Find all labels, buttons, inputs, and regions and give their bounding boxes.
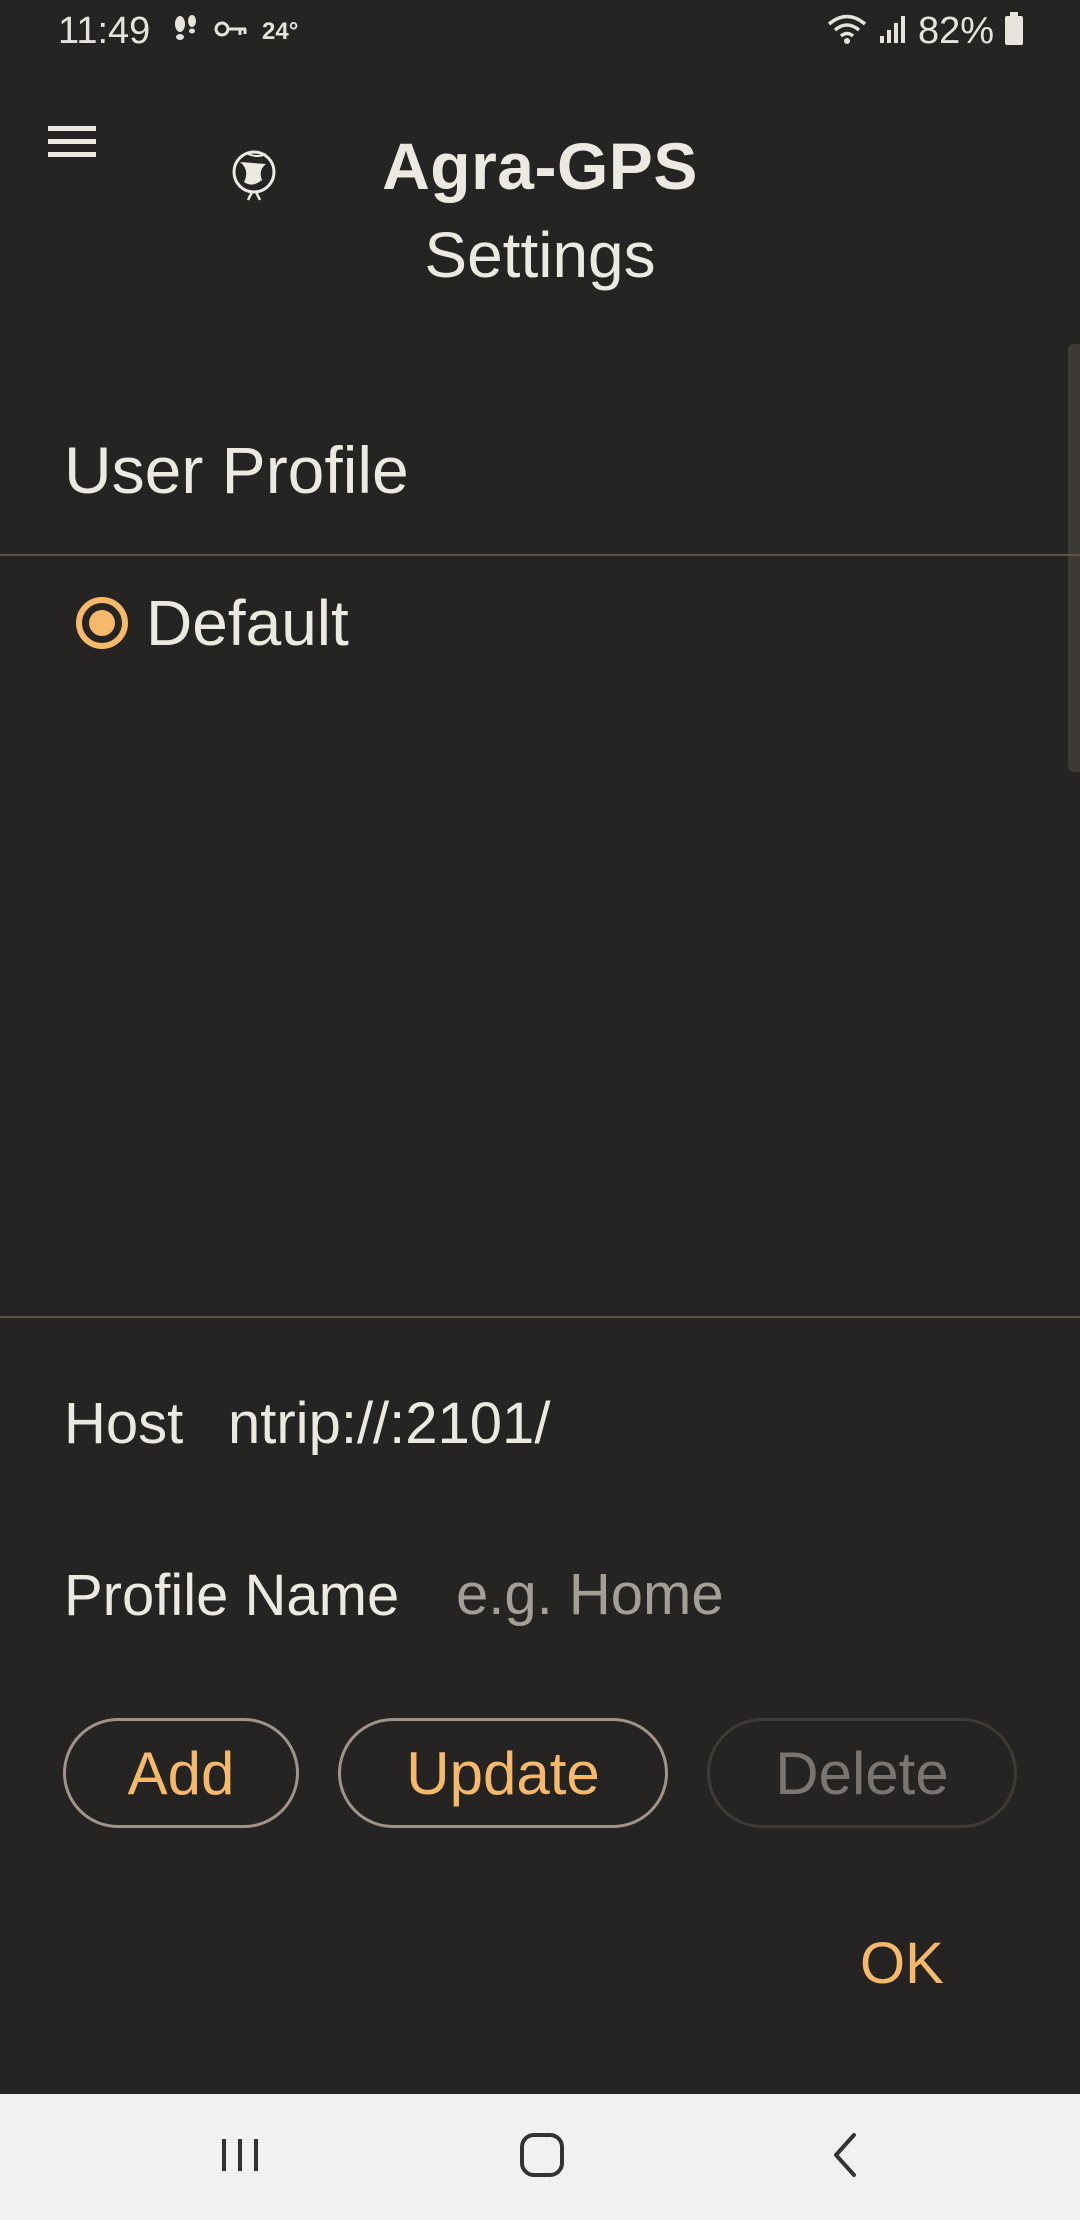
scroll-indicator[interactable] — [1068, 344, 1080, 772]
add-button[interactable]: Add — [63, 1718, 299, 1828]
divider — [0, 554, 1080, 556]
signal-icon — [878, 14, 908, 49]
profile-name-input[interactable] — [444, 1554, 1028, 1634]
home-button[interactable] — [502, 2122, 582, 2192]
page-subtitle: Settings — [424, 219, 656, 291]
radio-button-selected[interactable] — [76, 597, 128, 649]
home-icon — [518, 2131, 566, 2184]
delete-button[interactable]: Delete — [707, 1718, 1017, 1828]
recents-icon — [218, 2135, 262, 2180]
back-button[interactable] — [806, 2122, 886, 2192]
battery-icon — [1004, 12, 1024, 51]
status-right-icons: 82% — [826, 10, 1024, 53]
app-title: Agra-GPS — [382, 129, 698, 203]
ok-button[interactable]: OK — [860, 1930, 944, 1997]
wifi-icon — [826, 13, 868, 50]
host-label: Host — [64, 1391, 184, 1456]
footsteps-icon — [172, 14, 200, 49]
status-temperature: 24° — [262, 17, 299, 45]
status-left-icons: 24° — [172, 14, 298, 49]
battery-percentage: 82% — [917, 10, 994, 52]
radio-dot — [89, 610, 115, 636]
back-chevron-icon — [826, 2131, 866, 2184]
status-time: 11:49 — [58, 10, 151, 52]
status-bar: 11:49 24° 82% — [0, 0, 1080, 66]
section-title-user-profile: User Profile — [64, 433, 409, 507]
divider — [0, 1316, 1080, 1318]
vpn-key-icon — [214, 19, 248, 44]
system-nav-bar — [0, 2094, 1080, 2220]
recents-button[interactable] — [200, 2122, 280, 2192]
update-button[interactable]: Update — [338, 1718, 668, 1828]
profile-radio-default[interactable]: Default — [76, 586, 349, 660]
host-value: ntrip://:2101/ — [228, 1391, 551, 1456]
profile-label: Default — [146, 587, 349, 659]
profile-name-label: Profile Name — [64, 1563, 400, 1628]
